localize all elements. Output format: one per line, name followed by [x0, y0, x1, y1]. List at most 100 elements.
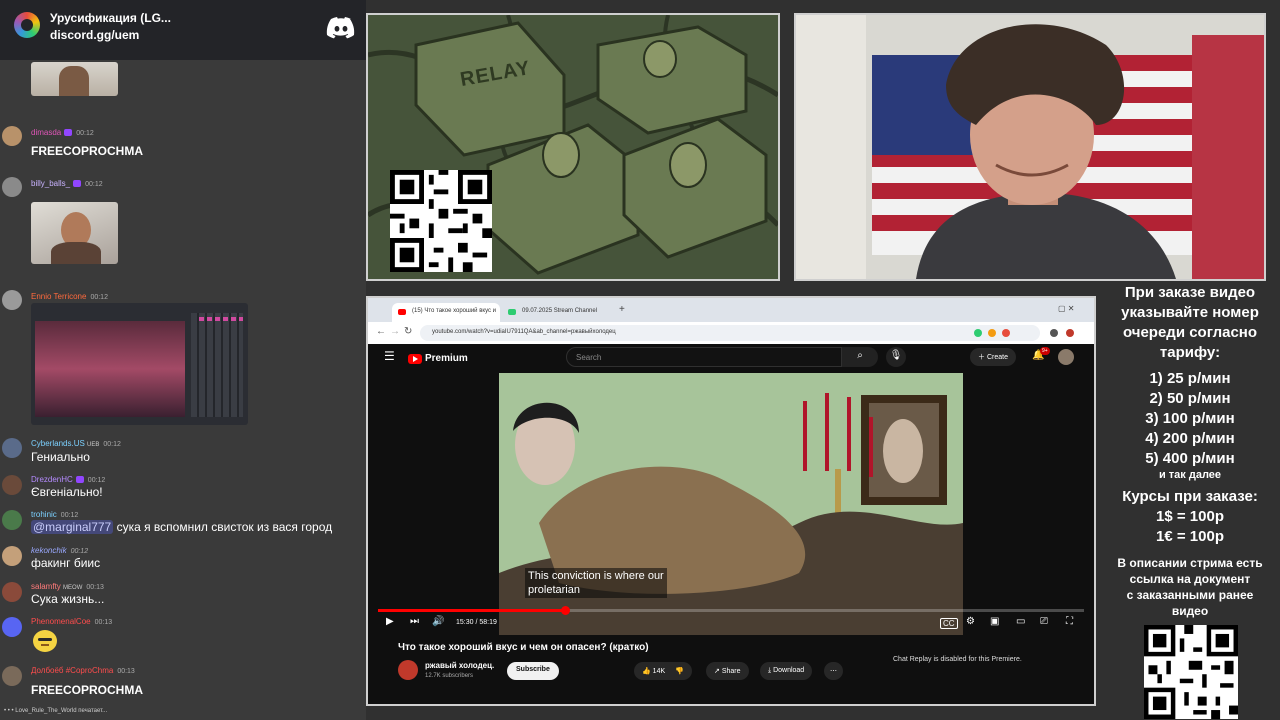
- username[interactable]: salamfty MEOW 00:13: [31, 582, 104, 591]
- settings-gear-icon[interactable]: ⚙: [966, 616, 975, 627]
- reload-button[interactable]: ↻: [404, 326, 412, 337]
- next-icon[interactable]: ⏭: [410, 616, 419, 627]
- username[interactable]: Ennio Terricone 00:12: [31, 292, 108, 301]
- server-invite-link[interactable]: discord.gg/uem: [50, 28, 139, 42]
- back-button[interactable]: ←: [376, 326, 386, 337]
- webcam-feed: [794, 13, 1266, 281]
- tariff-item: 3) 100 р/мин: [1145, 410, 1235, 427]
- more-actions-button[interactable]: ⋯: [824, 662, 843, 680]
- download-button[interactable]: ⤓ Download: [760, 662, 813, 680]
- user-avatar[interactable]: [2, 177, 22, 197]
- extension-icon[interactable]: [988, 329, 996, 337]
- video-progress-bar[interactable]: [378, 606, 1084, 615]
- user-avatar[interactable]: [2, 126, 22, 146]
- cast-icon[interactable]: ⎚: [1040, 616, 1048, 627]
- share-button[interactable]: ↗ Share: [706, 662, 749, 680]
- chat-image-attachment[interactable]: [31, 303, 248, 425]
- search-input[interactable]: Search: [566, 347, 842, 367]
- user-mention[interactable]: @marginal777: [31, 520, 114, 534]
- chat-replay-notice: Chat Replay is disabled for this Premier…: [893, 656, 1022, 663]
- username-text[interactable]: dimasda: [31, 128, 61, 137]
- username-text[interactable]: PhenomenalCoe: [31, 617, 91, 626]
- volume-icon[interactable]: 🔊: [432, 616, 444, 627]
- create-button[interactable]: ＋ Create: [970, 348, 1016, 366]
- new-tab-button[interactable]: +: [619, 304, 625, 315]
- theater-mode-icon[interactable]: ▭: [1016, 616, 1025, 627]
- extension-icon[interactable]: [1002, 329, 1010, 337]
- search-icon[interactable]: ⌕: [842, 347, 878, 367]
- subscribe-button[interactable]: Subscribe: [507, 662, 559, 680]
- username-text[interactable]: billy_balls_: [31, 179, 70, 188]
- chat-image-attachment[interactable]: [31, 62, 118, 96]
- extension-icon[interactable]: [974, 329, 982, 337]
- user-avatar[interactable]: [2, 546, 22, 566]
- user-avatar[interactable]: [2, 617, 22, 637]
- sub-badge-icon: [64, 129, 73, 137]
- user-avatar[interactable]: [2, 582, 22, 602]
- account-avatar[interactable]: [1058, 349, 1074, 365]
- tariff-item: 1) 25 р/мин: [1149, 370, 1231, 387]
- user-avatar[interactable]: [2, 438, 22, 458]
- download-label: Download: [773, 667, 805, 674]
- username-text[interactable]: DrezdenHC: [31, 475, 73, 484]
- qr-code-icon[interactable]: [1144, 625, 1238, 719]
- username[interactable]: kekonchik 00:12: [31, 546, 88, 555]
- timestamp: 00:12: [90, 294, 108, 301]
- create-label: Create: [986, 354, 1008, 361]
- user-avatar[interactable]: [2, 510, 22, 530]
- username[interactable]: dimasda 00:12: [31, 128, 94, 137]
- username-text[interactable]: Cyberlands.US: [31, 439, 85, 448]
- like-button[interactable]: 👍 14K 👎: [634, 662, 692, 680]
- username[interactable]: DrezdenHC 00:12: [31, 475, 105, 484]
- info-line: указывайте номер: [1121, 304, 1259, 321]
- server-avatar[interactable]: [14, 12, 40, 38]
- browser-tab-youtube[interactable]: (15) Что такое хороший вкус и: [392, 303, 500, 322]
- username-text[interactable]: Долбоёб #CoproChma: [31, 666, 113, 675]
- order-info-panel: При заказе видео указывайте номер очеред…: [1100, 283, 1280, 623]
- forward-button[interactable]: →: [390, 326, 400, 337]
- profile-icon[interactable]: [1066, 329, 1074, 337]
- video-time: 15:30 / 58:19: [456, 619, 497, 626]
- username-text[interactable]: kekonchik: [31, 546, 67, 555]
- video-progress-fill: [378, 609, 566, 612]
- tariff-item: 4) 200 р/мин: [1145, 430, 1235, 447]
- timestamp: 00:12: [76, 130, 94, 137]
- username[interactable]: Cyberlands.US UEB 00:12: [31, 439, 121, 448]
- url-input[interactable]: youtube.com/watch?v=udiaIU7911QA&ab_chan…: [420, 325, 1040, 341]
- qr-code-icon[interactable]: [390, 170, 492, 272]
- server-name: Урусификация (LG...: [50, 11, 171, 25]
- username-text[interactable]: Ennio Terricone: [31, 292, 86, 301]
- username-text[interactable]: salamfty: [31, 582, 61, 591]
- username-text[interactable]: trohinic: [31, 510, 57, 519]
- user-avatar[interactable]: [2, 475, 22, 495]
- play-icon[interactable]: ▶: [386, 616, 394, 627]
- youtube-brand[interactable]: Premium: [425, 353, 468, 364]
- window-controls[interactable]: ▢ ✕: [1058, 304, 1074, 313]
- miniplayer-icon[interactable]: ▣: [990, 616, 999, 627]
- channel-avatar[interactable]: [398, 660, 418, 680]
- progress-scrubber-handle[interactable]: [561, 606, 571, 615]
- browser-window: (15) Что такое хороший вкус и 09.07.2025…: [366, 296, 1096, 706]
- browser-tab-stream[interactable]: 09.07.2025 Stream Channel: [502, 303, 610, 322]
- chat-image-attachment[interactable]: [31, 202, 118, 264]
- username[interactable]: billy_balls_ 00:12: [31, 179, 103, 188]
- username[interactable]: Долбоёб #CoproChma 00:13: [31, 666, 135, 675]
- user-avatar[interactable]: [2, 290, 22, 310]
- subtitles-icon[interactable]: CC: [940, 618, 958, 629]
- youtube-logo-icon[interactable]: [408, 354, 422, 364]
- message-text: FREECOPROCHMA: [31, 144, 144, 158]
- note-line: В описании стрима есть: [1117, 556, 1263, 570]
- channel-name[interactable]: ржавый холодец.: [425, 661, 494, 670]
- microphone-icon[interactable]: 🎙: [886, 347, 906, 367]
- discord-chat-panel: Урусификация (LG... discord.gg/uem dimas…: [0, 0, 366, 720]
- message-text: FREECOPROCHMA: [31, 683, 144, 697]
- relay-artwork-panel: RELAY: [366, 13, 780, 281]
- username[interactable]: PhenomenalCoe 00:13: [31, 617, 112, 626]
- address-bar-row: ← → ↻ youtube.com/watch?v=udiaIU7911QA&a…: [368, 322, 1094, 344]
- menu-icon[interactable]: ☰: [384, 349, 395, 363]
- user-avatar[interactable]: [2, 666, 22, 686]
- thumbs-down-icon[interactable]: 👎: [675, 668, 684, 675]
- username[interactable]: trohinic 00:12: [31, 510, 78, 519]
- extension-icon[interactable]: [1050, 329, 1058, 337]
- fullscreen-icon[interactable]: ⛶: [1066, 616, 1073, 627]
